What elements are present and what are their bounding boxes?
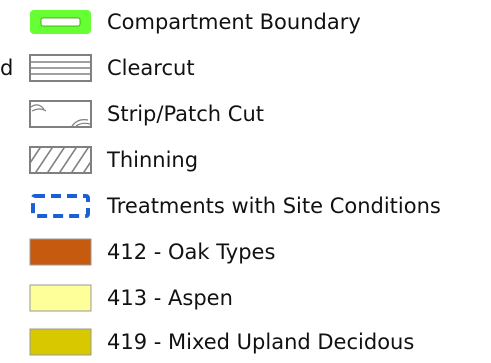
legend-label-treatments-site-conditions: Treatments with Site Conditions [107,194,441,218]
legend-row-aspen: 413 - Aspen [0,278,491,318]
legend-label-thinning: Thinning [107,148,199,172]
legend-row-mixed-upland-deciduous: 419 - Mixed Upland Decidous [0,322,491,362]
legend-label-aspen: 413 - Aspen [107,286,233,310]
legend-row-strip-patch-cut: Strip/Patch Cut [0,94,491,134]
legend-label-clearcut: Clearcut [107,56,195,80]
clipped-label-fragment: d [0,56,14,80]
legend-row-thinning: Thinning [0,140,491,180]
compartment-boundary-icon [28,7,93,37]
mixed-upland-swatch [28,327,93,357]
clearcut-hatch-icon [28,53,93,83]
legend-label-strip-patch-cut: Strip/Patch Cut [107,102,264,126]
legend-row-treatments-site-conditions: Treatments with Site Conditions [0,186,491,226]
legend-row-compartment-boundary: Compartment Boundary [0,2,491,42]
strip-patch-cut-icon [28,99,93,129]
legend-row-clearcut: d Clearcut [0,48,491,88]
legend-row-oak-types: 412 - Oak Types [0,232,491,272]
dashed-boundary-icon [28,191,93,221]
map-legend: Compartment Boundary d Clearcut Strip/Pa… [0,0,491,363]
legend-label-mixed-upland-deciduous: 419 - Mixed Upland Decidous [107,330,415,354]
aspen-swatch [28,283,93,313]
legend-label-compartment-boundary: Compartment Boundary [107,10,361,34]
oak-types-swatch [28,237,93,267]
thinning-hatch-icon [28,145,93,175]
legend-label-oak-types: 412 - Oak Types [107,240,276,264]
